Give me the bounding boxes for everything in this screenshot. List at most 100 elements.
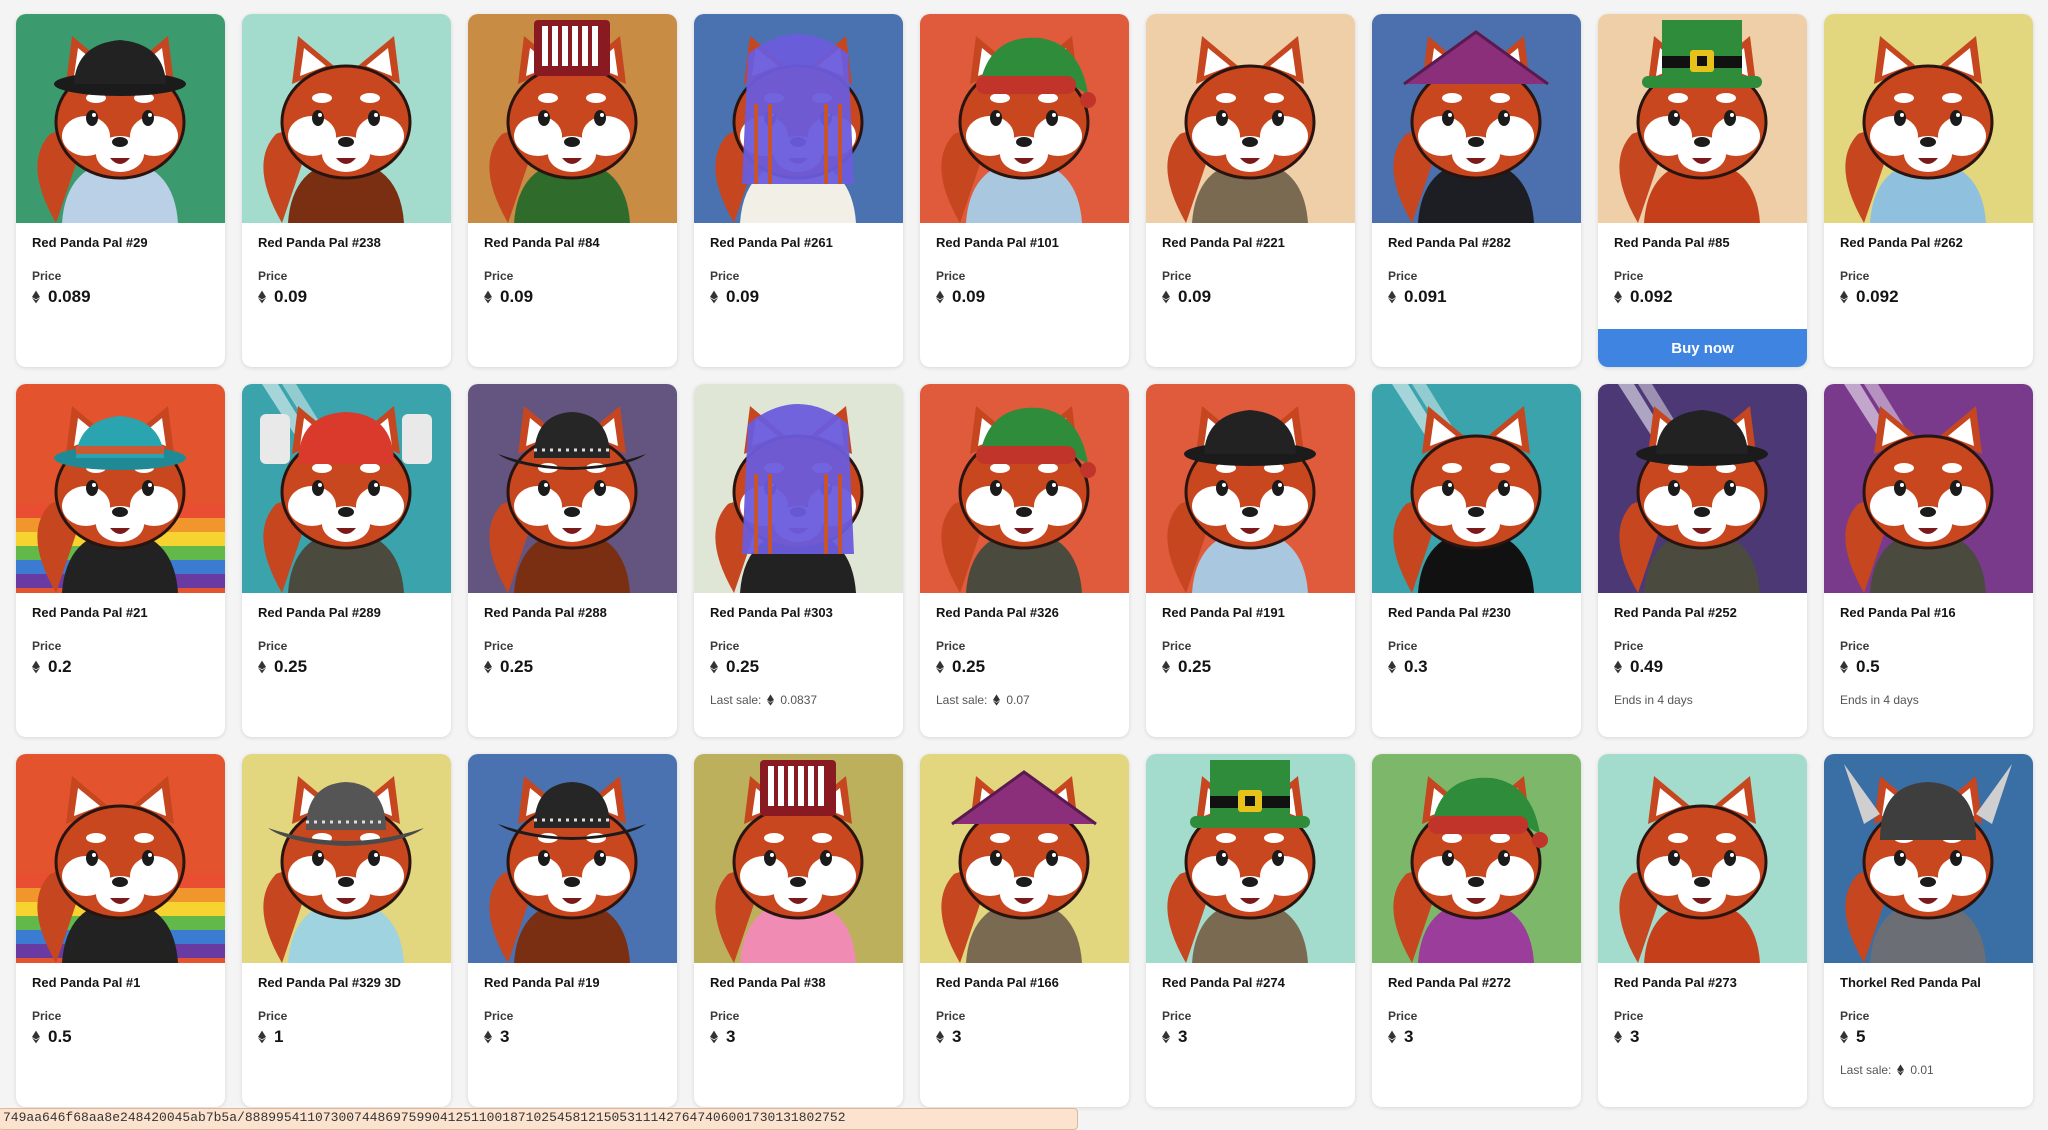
nft-image[interactable]: [1372, 754, 1581, 963]
nft-card[interactable]: Red Panda Pal #21 Price 0.2: [16, 384, 225, 737]
nft-card[interactable]: Red Panda Pal #16 Price 0.5 Ends in 4 days: [1824, 384, 2033, 737]
nft-name[interactable]: Red Panda Pal #21: [32, 605, 209, 625]
last-sale-amount: 0.0837: [780, 693, 818, 707]
nft-info: Red Panda Pal #166 Price 3: [920, 963, 1129, 1047]
nft-image[interactable]: [1598, 14, 1807, 223]
nft-name[interactable]: Red Panda Pal #166: [936, 975, 1113, 995]
nft-name[interactable]: Red Panda Pal #274: [1162, 975, 1339, 995]
price-amount: 0.09: [274, 287, 308, 306]
nft-card[interactable]: Red Panda Pal #261 Price 0.09: [694, 14, 903, 367]
nft-image[interactable]: [1146, 14, 1355, 223]
price-value: 3: [1388, 1027, 1565, 1047]
nft-name[interactable]: Red Panda Pal #262: [1840, 235, 2017, 255]
nft-name[interactable]: Red Panda Pal #303: [710, 605, 887, 625]
nft-name[interactable]: Red Panda Pal #289: [258, 605, 435, 625]
nft-card[interactable]: Red Panda Pal #273 Price 3: [1598, 754, 1807, 1107]
nft-info: Red Panda Pal #230 Price 0.3: [1372, 593, 1581, 677]
nft-name[interactable]: Red Panda Pal #288: [484, 605, 661, 625]
nft-name[interactable]: Red Panda Pal #282: [1388, 235, 1565, 255]
nft-name[interactable]: Red Panda Pal #84: [484, 235, 661, 255]
nft-image[interactable]: [242, 14, 451, 223]
nft-name[interactable]: Thorkel Red Panda Pal: [1840, 975, 2017, 995]
nft-name[interactable]: Red Panda Pal #261: [710, 235, 887, 255]
nft-image[interactable]: [16, 14, 225, 223]
nft-image[interactable]: [16, 754, 225, 963]
nft-name[interactable]: Red Panda Pal #252: [1614, 605, 1791, 625]
nft-card[interactable]: Red Panda Pal #29 Price 0.089: [16, 14, 225, 367]
nft-name[interactable]: Red Panda Pal #19: [484, 975, 661, 995]
nft-card[interactable]: Red Panda Pal #329 3D Price 1: [242, 754, 451, 1107]
nft-info: Red Panda Pal #261 Price 0.09: [694, 223, 903, 307]
nft-card[interactable]: Red Panda Pal #326 Price 0.25 Last sale: 0.0…: [920, 384, 1129, 737]
nft-name[interactable]: Red Panda Pal #329 3D: [258, 975, 435, 995]
nft-card[interactable]: Red Panda Pal #303 Price 0.25 Last sale: 0.0…: [694, 384, 903, 737]
nft-card[interactable]: Red Panda Pal #230 Price 0.3: [1372, 384, 1581, 737]
nft-image[interactable]: [1824, 754, 2033, 963]
price-amount: 0.25: [1178, 657, 1212, 676]
last-sale: Last sale: 0.07: [936, 693, 1030, 707]
nft-name[interactable]: Red Panda Pal #272: [1388, 975, 1565, 995]
nft-image[interactable]: [1146, 754, 1355, 963]
eth-icon: [1162, 290, 1170, 304]
nft-image[interactable]: [1372, 14, 1581, 223]
nft-name[interactable]: Red Panda Pal #238: [258, 235, 435, 255]
nft-artwork: [1146, 14, 1355, 223]
nft-name[interactable]: Red Panda Pal #29: [32, 235, 209, 255]
nft-image[interactable]: [1598, 384, 1807, 593]
nft-name[interactable]: Red Panda Pal #326: [936, 605, 1113, 625]
nft-card[interactable]: Red Panda Pal #262 Price 0.092: [1824, 14, 2033, 367]
nft-card[interactable]: Red Panda Pal #272 Price 3: [1372, 754, 1581, 1107]
nft-card[interactable]: Red Panda Pal #252 Price 0.49 Ends in 4 day…: [1598, 384, 1807, 737]
nft-card[interactable]: Red Panda Pal #1 Price 0.5: [16, 754, 225, 1107]
nft-card[interactable]: Red Panda Pal #282 Price 0.091: [1372, 14, 1581, 367]
buy-now-button[interactable]: Buy now: [1598, 329, 1807, 367]
nft-card[interactable]: Red Panda Pal #191 Price 0.25: [1146, 384, 1355, 737]
nft-card[interactable]: Red Panda Pal #84 Price 0.09: [468, 14, 677, 367]
nft-name[interactable]: Red Panda Pal #1: [32, 975, 209, 995]
nft-image[interactable]: [1824, 14, 2033, 223]
nft-image[interactable]: [694, 14, 903, 223]
nft-name[interactable]: Red Panda Pal #16: [1840, 605, 2017, 625]
nft-card[interactable]: Red Panda Pal #288 Price 0.25: [468, 384, 677, 737]
nft-image[interactable]: [468, 754, 677, 963]
nft-image[interactable]: [1598, 754, 1807, 963]
nft-image[interactable]: [242, 384, 451, 593]
nft-card[interactable]: Red Panda Pal #289 Price 0.25: [242, 384, 451, 737]
nft-image[interactable]: [468, 384, 677, 593]
nft-card[interactable]: Red Panda Pal #85 Price 0.092 Buy now: [1598, 14, 1807, 367]
nft-image[interactable]: [242, 754, 451, 963]
nft-image[interactable]: [468, 14, 677, 223]
nft-card[interactable]: Red Panda Pal #38 Price 3: [694, 754, 903, 1107]
price-amount: 0.5: [48, 1027, 72, 1046]
nft-name[interactable]: Red Panda Pal #273: [1614, 975, 1791, 995]
nft-image[interactable]: [1146, 384, 1355, 593]
nft-card[interactable]: Red Panda Pal #221 Price 0.09: [1146, 14, 1355, 367]
nft-name[interactable]: Red Panda Pal #230: [1388, 605, 1565, 625]
nft-card[interactable]: Red Panda Pal #166 Price 3: [920, 754, 1129, 1107]
nft-card[interactable]: Red Panda Pal #101 Price 0.09: [920, 14, 1129, 367]
nft-name[interactable]: Red Panda Pal #38: [710, 975, 887, 995]
nft-artwork: [16, 14, 225, 223]
nft-image[interactable]: [16, 384, 225, 593]
nft-name[interactable]: Red Panda Pal #101: [936, 235, 1113, 255]
nft-name[interactable]: Red Panda Pal #85: [1614, 235, 1791, 255]
nft-card[interactable]: Red Panda Pal #274 Price 3: [1146, 754, 1355, 1107]
price-amount: 0.49: [1630, 657, 1664, 676]
eth-icon: [1840, 660, 1848, 674]
nft-image[interactable]: [920, 754, 1129, 963]
price-value: 3: [1162, 1027, 1339, 1047]
nft-card[interactable]: Thorkel Red Panda Pal Price 5 Last sale: 0.0…: [1824, 754, 2033, 1107]
price-value: 0.092: [1614, 287, 1791, 307]
nft-card[interactable]: Red Panda Pal #238 Price 0.09: [242, 14, 451, 367]
nft-image[interactable]: [694, 754, 903, 963]
nft-info: Red Panda Pal #326 Price 0.25: [920, 593, 1129, 677]
nft-image[interactable]: [1372, 384, 1581, 593]
nft-image[interactable]: [920, 384, 1129, 593]
nft-image[interactable]: [694, 384, 903, 593]
nft-image[interactable]: [1824, 384, 2033, 593]
nft-name[interactable]: Red Panda Pal #221: [1162, 235, 1339, 255]
nft-name[interactable]: Red Panda Pal #191: [1162, 605, 1339, 625]
price-amount: 0.09: [500, 287, 534, 306]
nft-image[interactable]: [920, 14, 1129, 223]
nft-card[interactable]: Red Panda Pal #19 Price 3: [468, 754, 677, 1107]
